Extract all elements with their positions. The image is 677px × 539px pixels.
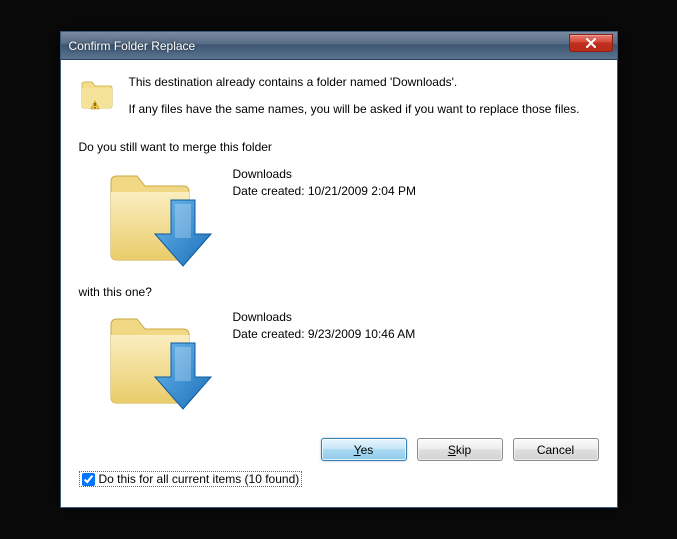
skip-button[interactable]: Skip — [417, 438, 503, 461]
source-folder-name: Downloads — [233, 166, 416, 183]
do-for-all-checkbox[interactable] — [82, 473, 95, 486]
merge-question: Do you still want to merge this folder — [79, 140, 599, 154]
folder-alert-icon — [79, 74, 115, 128]
titlebar[interactable]: Confirm Folder Replace — [61, 32, 617, 60]
window-title: Confirm Folder Replace — [69, 39, 569, 53]
folder-arrow-icon — [103, 305, 213, 418]
dest-folder-block: Downloads Date created: 9/23/2009 10:46 … — [103, 305, 599, 418]
dialog-content: This destination already contains a fold… — [61, 60, 617, 506]
confirm-folder-replace-dialog: Confirm Folder Replace This destination … — [60, 31, 618, 507]
do-for-all-text: Do this for all current items (10 found) — [99, 472, 300, 486]
close-button[interactable] — [569, 34, 613, 52]
close-icon — [585, 38, 597, 48]
footer: Do this for all current items (10 found) — [79, 467, 599, 497]
message-line-1: This destination already contains a fold… — [129, 74, 599, 91]
yes-button[interactable]: Yes — [321, 438, 407, 461]
with-this-one-text: with this one? — [79, 285, 599, 299]
button-row: Yes Skip Cancel — [79, 428, 599, 467]
cancel-button[interactable]: Cancel — [513, 438, 599, 461]
dest-folder-name: Downloads — [233, 309, 416, 326]
do-for-all-label[interactable]: Do this for all current items (10 found) — [79, 471, 303, 487]
message-line-2: If any files have the same names, you wi… — [129, 101, 599, 118]
folder-arrow-icon — [103, 162, 213, 275]
source-folder-block: Downloads Date created: 10/21/2009 2:04 … — [103, 162, 599, 275]
dest-folder-date: Date created: 9/23/2009 10:46 AM — [233, 326, 416, 343]
source-folder-date: Date created: 10/21/2009 2:04 PM — [233, 183, 416, 200]
